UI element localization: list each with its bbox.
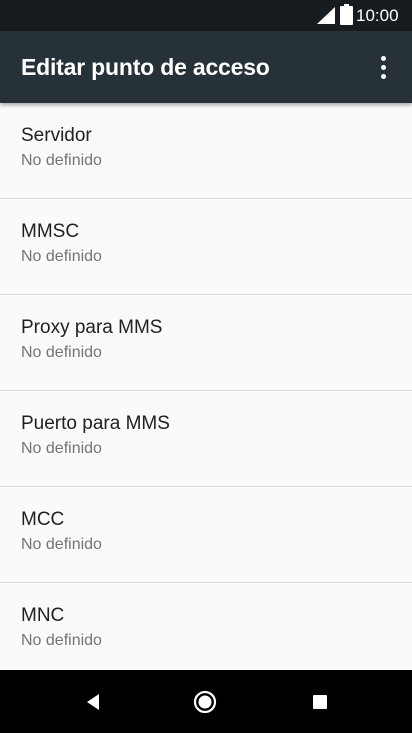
status-bar: 10:00 bbox=[0, 0, 412, 31]
recents-icon[interactable] bbox=[308, 690, 332, 714]
setting-value: No definido bbox=[21, 440, 102, 457]
navigation-bar bbox=[0, 670, 412, 733]
more-vert-icon bbox=[380, 64, 386, 70]
status-time: 10:00 bbox=[356, 6, 399, 25]
setting-value: No definido bbox=[21, 152, 102, 169]
setting-label: Proxy para MMS bbox=[21, 317, 163, 338]
more-vert-icon bbox=[380, 73, 386, 79]
more-vert-icon bbox=[380, 55, 386, 61]
setting-label: Puerto para MMS bbox=[21, 413, 170, 434]
setting-label: Servidor bbox=[21, 125, 92, 146]
setting-value: No definido bbox=[21, 344, 102, 361]
setting-value: No definido bbox=[21, 248, 102, 265]
setting-label: MNC bbox=[21, 605, 65, 626]
setting-item-mmsc[interactable]: MMSC No definido bbox=[0, 199, 412, 295]
setting-label: MMSC bbox=[21, 221, 80, 242]
page-title: Editar punto de acceso bbox=[21, 54, 270, 80]
battery-icon bbox=[340, 4, 353, 25]
setting-value: No definido bbox=[21, 536, 102, 553]
setting-value: No definido bbox=[21, 632, 102, 649]
setting-item-mnc[interactable]: MNC No definido bbox=[0, 583, 412, 670]
signal-icon bbox=[317, 7, 335, 24]
more-options-button[interactable] bbox=[366, 47, 400, 87]
setting-item-puerto-mms[interactable]: Puerto para MMS No definido bbox=[0, 391, 412, 487]
setting-item-proxy-mms[interactable]: Proxy para MMS No definido bbox=[0, 295, 412, 391]
setting-item-servidor[interactable]: Servidor No definido bbox=[0, 103, 412, 199]
settings-list: Servidor No definido MMSC No definido Pr… bbox=[0, 103, 412, 670]
home-icon[interactable] bbox=[193, 690, 217, 714]
back-icon[interactable] bbox=[82, 690, 106, 714]
setting-label: MCC bbox=[21, 509, 65, 530]
setting-item-mcc[interactable]: MCC No definido bbox=[0, 487, 412, 583]
app-bar: Editar punto de acceso bbox=[0, 31, 412, 103]
